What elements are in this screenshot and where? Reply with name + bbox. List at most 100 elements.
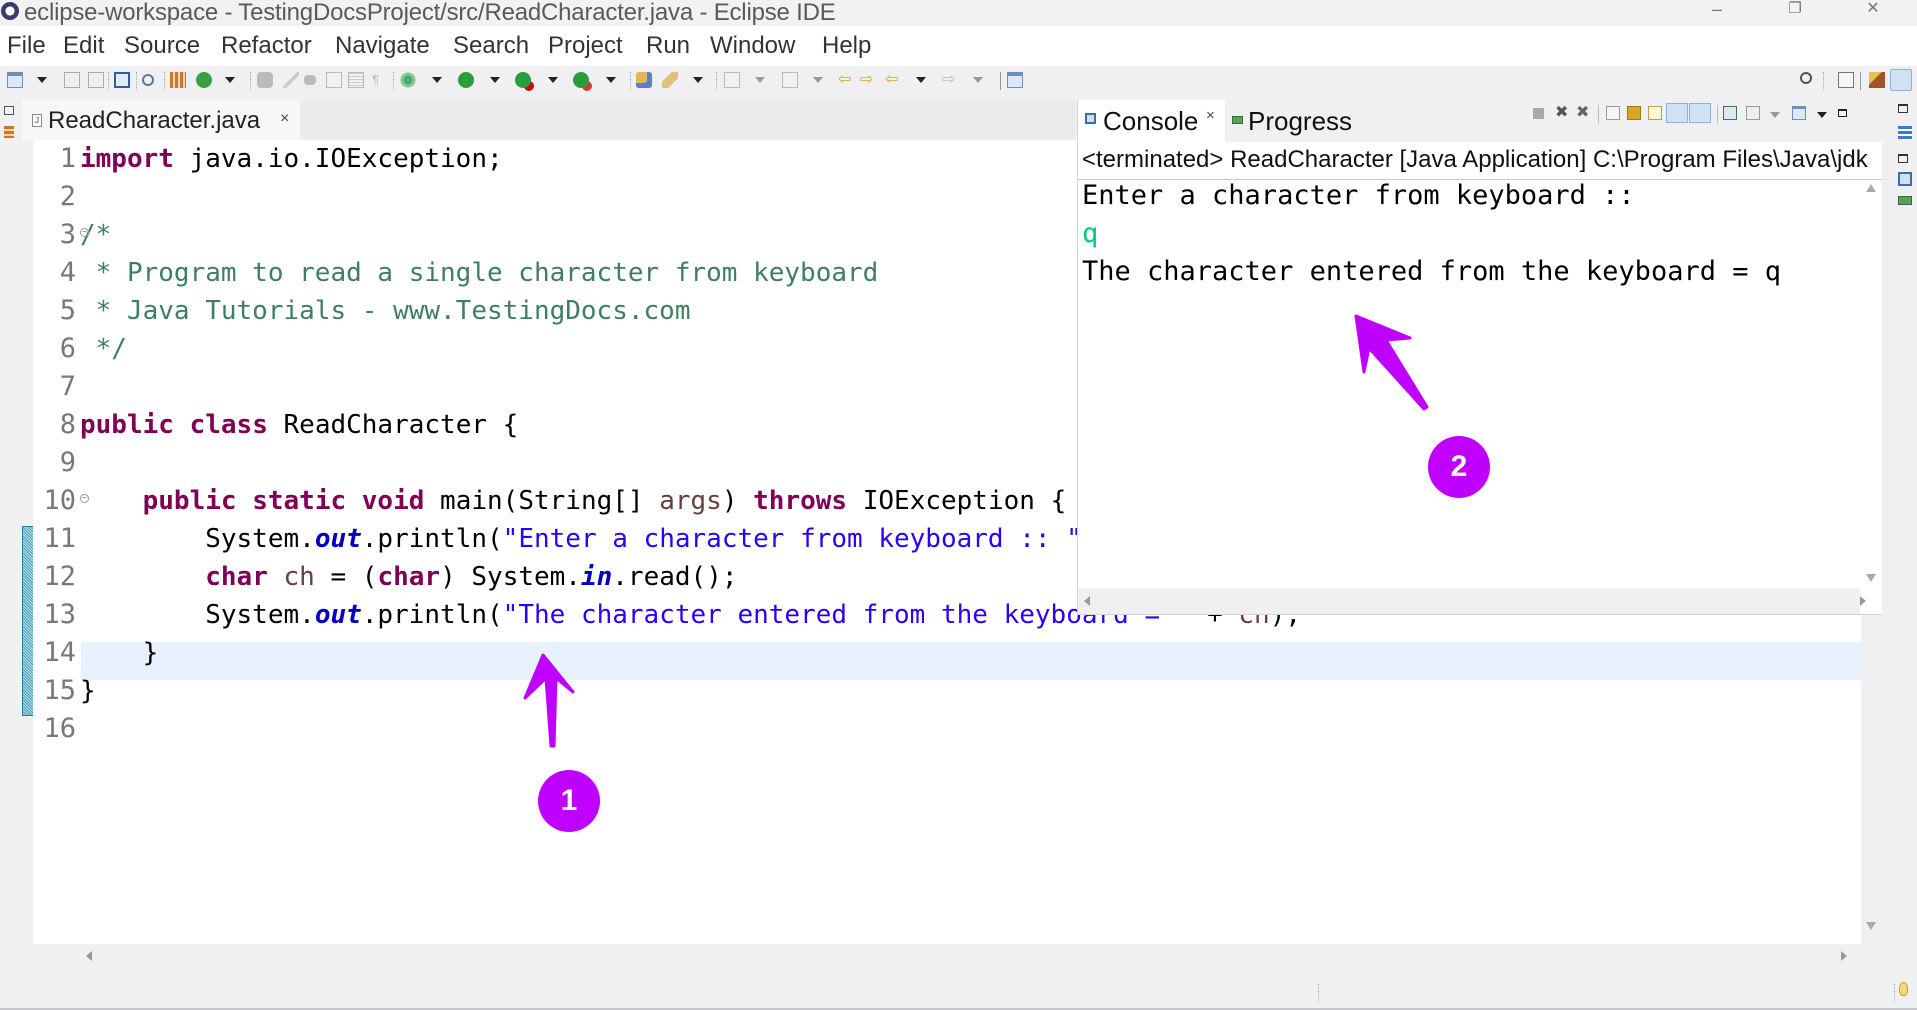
show-console-on-stdout-icon[interactable] xyxy=(1666,103,1688,123)
java-ee-perspective-icon[interactable] xyxy=(1869,72,1885,88)
console-vertical-scrollbar[interactable] xyxy=(1860,180,1882,588)
show-console-on-stderr-icon[interactable] xyxy=(1689,103,1711,123)
menu-navigate[interactable]: Navigate xyxy=(335,32,430,60)
open-type-icon[interactable] xyxy=(636,72,652,88)
restore-button[interactable]: ❐ xyxy=(1775,0,1815,24)
word-wrap-icon[interactable] xyxy=(326,72,342,88)
last-edit-location-icon[interactable]: ⇦ xyxy=(838,72,854,88)
new-java-class-icon[interactable] xyxy=(196,72,212,88)
menu-edit[interactable]: Edit xyxy=(63,32,104,60)
close-console-tab-icon[interactable]: × xyxy=(1206,107,1215,124)
java-perspective-icon[interactable] xyxy=(1890,69,1912,91)
save-all-icon[interactable] xyxy=(88,72,104,88)
run-dropdown-icon[interactable] xyxy=(490,77,500,83)
debug-dropdown-icon[interactable] xyxy=(432,77,442,83)
toggle-mark-occurrences-icon[interactable] xyxy=(257,72,273,88)
line-number: 2 xyxy=(59,181,76,212)
forward-edit-location-icon[interactable]: ⇨ xyxy=(860,72,876,88)
display-console-dropdown-icon[interactable] xyxy=(1770,112,1780,118)
next-annotation-dropdown-icon[interactable] xyxy=(755,77,765,83)
maximize-view-icon[interactable] xyxy=(1838,109,1847,117)
restore-icon[interactable] xyxy=(4,106,14,115)
clear-console-icon[interactable] xyxy=(1606,106,1620,120)
restore-icon[interactable] xyxy=(1898,154,1908,163)
word-wrap-icon[interactable] xyxy=(1648,106,1662,120)
menu-help[interactable]: Help xyxy=(822,32,871,60)
forward-icon[interactable]: ⇨ xyxy=(942,72,958,88)
progress-icon[interactable] xyxy=(1898,196,1912,205)
previous-annotation-icon[interactable] xyxy=(782,72,798,88)
tab-console[interactable]: Console × xyxy=(1078,100,1225,142)
code-line-15[interactable]: 15} xyxy=(34,672,1834,710)
block-selection-icon[interactable] xyxy=(304,75,316,85)
back-dropdown-icon[interactable] xyxy=(916,77,926,83)
run-external-tool-icon[interactable] xyxy=(573,72,589,88)
editor-tab-readcharacter[interactable]: J ReadCharacter.java × xyxy=(22,100,300,140)
close-button[interactable]: ✕ xyxy=(1853,0,1893,24)
new-java-package-icon[interactable] xyxy=(170,72,186,88)
show-whitespace-icon[interactable] xyxy=(348,72,364,88)
scroll-lock-icon[interactable] xyxy=(1627,106,1641,120)
menu-file[interactable]: File xyxy=(7,32,46,60)
scroll-down-icon[interactable] xyxy=(1866,574,1876,582)
back-icon[interactable]: ⇦ xyxy=(885,72,901,88)
view-menu-icon[interactable] xyxy=(1817,112,1827,118)
new-wizard-icon[interactable] xyxy=(7,72,23,88)
coverage-icon[interactable] xyxy=(515,72,531,88)
lightbulb-icon[interactable] xyxy=(1899,982,1908,996)
coverage-dropdown-icon[interactable] xyxy=(548,77,558,83)
run-icon[interactable] xyxy=(458,72,474,88)
open-perspective-icon[interactable] xyxy=(1838,72,1854,88)
external-tool-dropdown-icon[interactable] xyxy=(606,77,616,83)
scroll-right-icon[interactable] xyxy=(1841,951,1847,961)
code-token: */ xyxy=(80,334,127,364)
minimize-button[interactable]: – xyxy=(1697,0,1737,24)
scroll-right-icon[interactable] xyxy=(1860,596,1866,606)
fold-toggle-icon[interactable]: − xyxy=(80,494,89,503)
console-horizontal-scrollbar[interactable] xyxy=(1078,588,1866,614)
menu-window[interactable]: Window xyxy=(710,32,795,60)
open-task-icon[interactable] xyxy=(662,72,678,88)
scroll-left-icon[interactable] xyxy=(1084,596,1090,606)
search-icon[interactable] xyxy=(1800,72,1812,84)
next-annotation-icon[interactable] xyxy=(724,72,740,88)
terminate-icon[interactable] xyxy=(1533,108,1544,119)
new-dropdown-icon[interactable] xyxy=(37,77,47,83)
remove-launch-icon[interactable]: ✖ xyxy=(1555,105,1569,121)
scroll-left-icon[interactable] xyxy=(86,951,92,961)
scroll-up-icon[interactable] xyxy=(1866,184,1876,192)
restore-icon[interactable] xyxy=(1898,104,1908,113)
menu-source[interactable]: Source xyxy=(124,32,200,60)
code-line-16[interactable]: 16 xyxy=(34,710,1834,748)
open-console-icon[interactable] xyxy=(1792,106,1806,120)
display-selected-console-icon[interactable] xyxy=(1746,106,1760,120)
pin-console-icon[interactable] xyxy=(1723,106,1737,120)
paragraph-icon[interactable]: ¶ xyxy=(372,72,388,88)
forward-dropdown-icon[interactable] xyxy=(973,77,983,83)
task-dropdown-icon[interactable] xyxy=(693,77,703,83)
remove-all-terminated-icon[interactable]: ✖ xyxy=(1576,105,1590,121)
tab-console-label: Console xyxy=(1103,106,1199,136)
menu-run[interactable]: Run xyxy=(646,32,690,60)
close-tab-icon[interactable]: × xyxy=(280,110,289,128)
outline-icon[interactable] xyxy=(1898,126,1912,140)
menu-refactor[interactable]: Refactor xyxy=(221,32,312,60)
console-output[interactable]: Enter a character from keyboard :: q The… xyxy=(1078,180,1860,588)
open-console-icon[interactable] xyxy=(114,72,130,88)
editor-horizontal-scrollbar[interactable] xyxy=(76,944,1861,968)
pin-editor-icon[interactable] xyxy=(1007,72,1023,88)
fold-toggle-icon[interactable]: − xyxy=(80,228,89,237)
previous-annotation-dropdown-icon[interactable] xyxy=(813,77,823,83)
new-class-dropdown-icon[interactable] xyxy=(225,77,235,83)
toggle-breadcrumb-icon[interactable] xyxy=(142,74,154,86)
console-icon[interactable] xyxy=(1898,172,1912,186)
debug-icon[interactable] xyxy=(400,72,416,88)
menu-project[interactable]: Project xyxy=(548,32,623,60)
code-token: main(String[] xyxy=(424,486,660,516)
save-icon[interactable] xyxy=(64,72,80,88)
package-explorer-icon[interactable] xyxy=(4,126,14,138)
code-line-14[interactable]: 14 } xyxy=(34,634,1834,672)
menu-search[interactable]: Search xyxy=(453,32,529,60)
toggle-ant-editor-icon[interactable] xyxy=(283,72,299,88)
